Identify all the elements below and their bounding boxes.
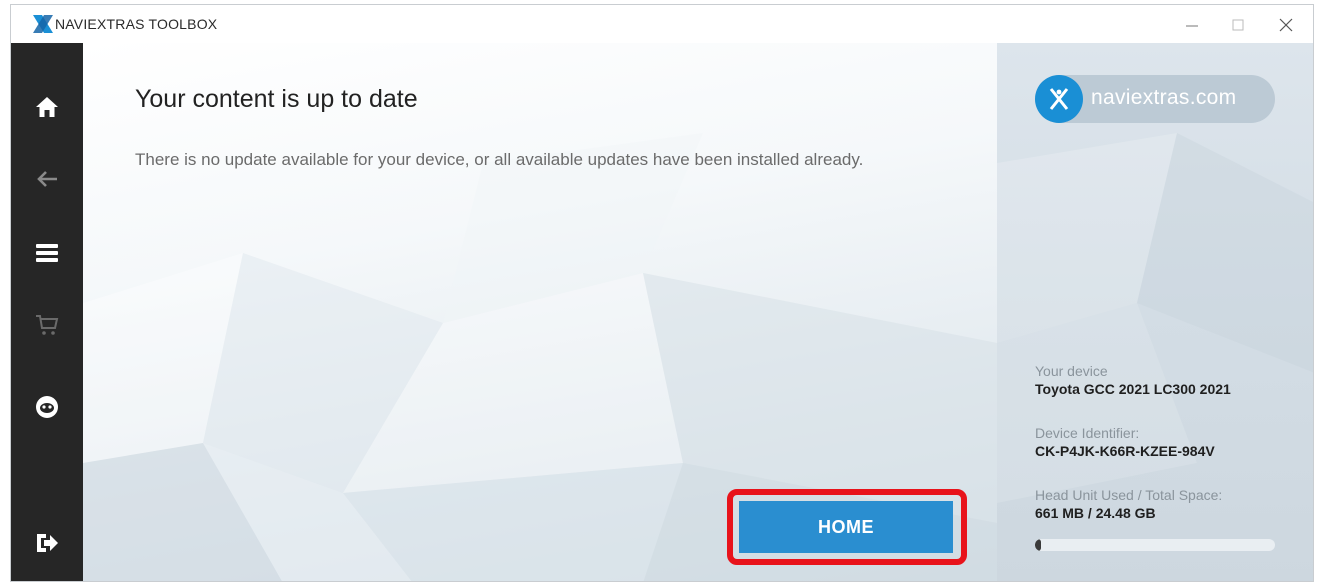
device-value: Toyota GCC 2021 LC300 2021 [1035,381,1231,397]
face-icon [36,396,58,418]
maximize-icon [1232,19,1244,31]
close-button[interactable] [1263,11,1309,39]
menu-icon [36,244,58,262]
identifier-label: Device Identifier: [1035,425,1140,441]
status-message: There is no update available for your de… [135,150,864,169]
naviextras-brand-icon [1035,75,1083,123]
sidebar-item-menu[interactable] [33,239,61,267]
naviextras-logo-icon [33,15,53,33]
storage-progress-fill [1035,539,1042,551]
maximize-button[interactable] [1215,11,1261,39]
home-icon [36,97,58,117]
storage-progress-bar [1035,539,1275,551]
app-window: NAVIEXTRAS TOOLBOX Your content is up to… [10,4,1314,582]
space-label: Head Unit Used / Total Space: [1035,487,1223,503]
arrow-left-icon [37,171,57,187]
close-icon [1279,18,1293,32]
sidebar-item-back[interactable] [33,165,61,193]
device-label: Your device [1035,363,1108,379]
sidebar [11,43,83,581]
sidebar-item-home[interactable] [33,93,61,121]
space-value: 661 MB / 24.48 GB [1035,505,1156,521]
sidebar-item-logout[interactable] [33,529,61,557]
brand-text: naviextras.com [1091,86,1237,109]
title-bar: NAVIEXTRAS TOOLBOX [11,5,1313,43]
highlight-annotation [727,489,967,565]
sidebar-item-profile[interactable] [33,393,61,421]
logout-icon [37,534,58,552]
cart-icon [36,315,59,335]
page-title: Your content is up to date [135,85,418,113]
sidebar-item-cart[interactable] [33,311,61,339]
minimize-button[interactable] [1169,11,1215,39]
identifier-value: CK-P4JK-K66R-KZEE-984V [1035,443,1215,459]
device-info-panel: naviextras.com Your device Toyota GCC 20… [997,43,1313,581]
window-title: NAVIEXTRAS TOOLBOX [55,16,218,32]
main-content: Your content is up to date There is no u… [83,43,997,581]
minimize-icon [1186,25,1198,27]
